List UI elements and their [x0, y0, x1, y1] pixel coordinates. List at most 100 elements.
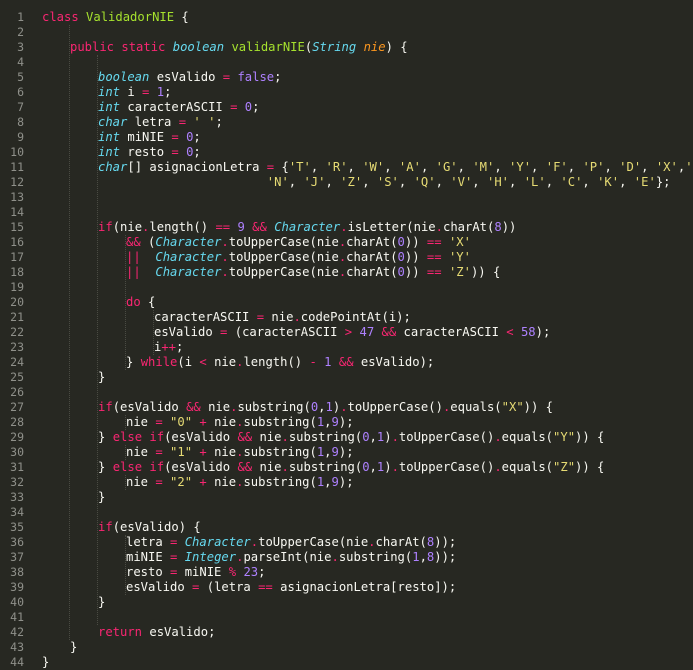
code-line: boolean esValido = false;: [98, 70, 281, 85]
code-token: 'R': [325, 160, 348, 174]
code-token: ;: [258, 565, 266, 579]
code-token: =: [171, 145, 179, 159]
line-number: 44: [10, 655, 24, 669]
code-token: toUpperCase(nie: [228, 250, 339, 264]
code-token: +: [199, 475, 207, 489]
code-token: ,: [545, 175, 561, 189]
code-token: }: [98, 430, 113, 444]
line-number: 19: [10, 280, 24, 294]
code-token: 9: [237, 220, 245, 234]
code-token: ,: [324, 445, 332, 459]
code-token: boolean: [98, 70, 150, 84]
code-token: ,: [641, 160, 656, 174]
code-token: 'Z': [340, 175, 363, 189]
code-line: int resto = 0;: [98, 145, 201, 160]
code-line: letra = Character.toUpperCase(nie.charAt…: [126, 535, 456, 550]
code-line: char[] asignacionLetra = {'T', 'R', 'W',…: [98, 160, 693, 175]
code-token: &&: [381, 325, 397, 339]
code-line: nie = "1" + nie.substring(1,9);: [126, 445, 354, 460]
line-number: 22: [10, 325, 24, 339]
code-token: ;: [274, 70, 282, 84]
code-token: &&: [237, 460, 253, 474]
code-token: String: [312, 40, 357, 54]
code-token: ;: [193, 145, 201, 159]
line-number: 25: [10, 370, 24, 384]
code-token: letra: [127, 115, 179, 129]
line-number: 13: [10, 190, 24, 204]
code-token: )): [404, 235, 427, 249]
code-token: "1": [170, 445, 193, 459]
code-token: caracterASCII: [120, 100, 231, 114]
code-token: (: [140, 235, 156, 249]
code-editor[interactable]: 1 2 3 4 5 6 7 8 9 10 11 12 13 14 15 16 17 18 19 20 21 22 23 24 2…: [0, 0, 693, 669]
code-token: static: [121, 40, 166, 54]
code-token: &&: [338, 355, 354, 369]
code-token: if: [98, 520, 113, 534]
code-token: %: [228, 565, 237, 579]
code-token: nie: [206, 355, 237, 369]
code-token: 'Y': [509, 160, 532, 174]
code-token: ,: [324, 415, 332, 429]
code-token: int: [98, 100, 121, 114]
code-token: {: [140, 295, 156, 309]
line-number: 26: [10, 385, 24, 399]
code-token: validarNIE: [231, 40, 305, 54]
code-token: miNIE: [126, 550, 171, 564]
line-number: 7: [17, 100, 24, 114]
code-token: nie: [200, 400, 231, 414]
code-token: ;: [252, 100, 260, 114]
code-token: "Z": [553, 460, 576, 474]
code-token: (caracterASCII: [227, 325, 345, 339]
code-token: substring(: [288, 460, 363, 474]
code-token: codePointAt(i);: [300, 310, 411, 324]
code-token: 23: [243, 565, 259, 579]
code-token: 9: [331, 415, 339, 429]
code-token: (nie: [112, 220, 143, 234]
code-line: }: [98, 595, 105, 610]
code-token: );: [338, 415, 354, 429]
code-token: 47: [359, 325, 375, 339]
code-token: ,: [419, 550, 427, 564]
line-number: 11: [10, 160, 24, 174]
code-token: .: [494, 430, 502, 444]
code-token: 'P': [582, 160, 605, 174]
code-token: false: [237, 70, 275, 84]
code-line: nie = "0" + nie.substring(1,9);: [126, 415, 354, 430]
code-line: }: [98, 370, 105, 385]
indent-guide: [125, 235, 126, 370]
code-line: nie = "2" + nie.substring(1,9);: [126, 475, 354, 490]
code-line: public static boolean validarNIE(String …: [70, 40, 408, 55]
code-token: ' ': [193, 115, 216, 129]
line-number: 23: [10, 340, 24, 354]
code-token: }: [98, 595, 106, 609]
code-token: nie: [252, 460, 282, 474]
line-number: 6: [17, 85, 24, 99]
code-token: ,: [369, 430, 377, 444]
code-token: Character: [155, 265, 222, 279]
code-token: .: [391, 430, 399, 444]
code-token: }: [98, 490, 106, 504]
code-token: "X": [501, 400, 524, 414]
line-number-gutter: 1 2 3 4 5 6 7 8 9 10 11 12 13 14 15 16 17 18 19 20 21 22 23 24 2…: [0, 0, 24, 669]
line-number: 20: [10, 295, 24, 309]
indent-guide: [125, 535, 126, 595]
code-token: resto: [120, 145, 172, 159]
code-line: int miNIE = 0;: [98, 130, 201, 145]
code-token: if: [98, 400, 113, 414]
code-token: nie: [126, 415, 156, 429]
code-token: (i: [177, 355, 200, 369]
code-token: 1: [156, 85, 165, 99]
code-token: equals(: [501, 460, 554, 474]
code-token: =: [155, 445, 163, 459]
code-token: ) {: [385, 40, 408, 54]
code-token: 'Q': [413, 175, 436, 189]
line-number: 9: [17, 130, 24, 144]
code-line: do {: [126, 295, 155, 310]
code-token: .: [281, 430, 289, 444]
code-token: };: [655, 175, 671, 189]
line-number: 42: [10, 625, 24, 639]
code-token: esValido;: [142, 625, 216, 639]
code-token: ,: [435, 175, 451, 189]
